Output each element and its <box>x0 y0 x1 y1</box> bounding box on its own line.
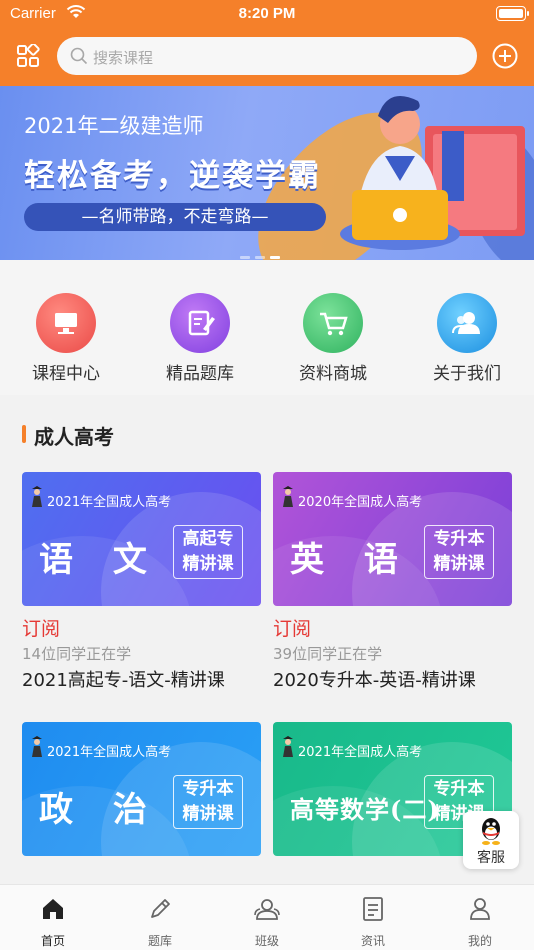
course-banner-subtitle: 2021年全国成人高考 <box>298 745 423 760</box>
status-bar: Carrier 8:20 PM <box>0 0 534 30</box>
tag-line: 精讲课 <box>182 804 234 824</box>
tab-label: 班级 <box>254 934 279 948</box>
quick-item-question-bank[interactable]: 精品题库 <box>140 293 260 384</box>
carousel-dot[interactable] <box>240 256 250 259</box>
search-icon <box>70 47 88 65</box>
tag-line: 高起专 <box>182 529 234 549</box>
news-icon <box>363 897 383 921</box>
edit-icon <box>170 293 230 353</box>
quick-item-material-store[interactable]: 资料商城 <box>273 293 393 384</box>
battery-icon <box>496 6 529 21</box>
profile-icon <box>470 898 490 920</box>
add-circle-icon[interactable] <box>492 43 518 69</box>
quick-item-about-us[interactable]: 关于我们 <box>407 293 527 384</box>
course-type-tag: 高起专 精讲课 <box>173 525 243 579</box>
course-banner-subtitle: 2021年全国成人高考 <box>47 745 172 760</box>
section-title: 成人高考 <box>34 425 114 449</box>
tab-label: 首页 <box>40 934 65 948</box>
course-card[interactable]: 2021年全国成人高考 政 治 专升本精讲课 <box>22 722 261 856</box>
quick-item-course-center[interactable]: 课程中心 <box>6 293 126 384</box>
tab-profile[interactable]: 我的 <box>435 895 525 949</box>
app-screen: Carrier 8:20 PM 搜索课程 2021年二级建造师 轻松备考，逆袭学… <box>0 0 534 950</box>
course-type-tag: 专升本 精讲课 <box>173 775 243 829</box>
course-subject: 政 治 <box>39 790 161 830</box>
carousel-indicator[interactable] <box>240 244 285 260</box>
tag-line: 专升本 <box>433 779 485 799</box>
customer-service-label: 客服 <box>477 850 505 866</box>
monitor-icon <box>36 293 96 353</box>
qq-penguin-icon <box>482 818 500 845</box>
course-title[interactable]: 2021高起专-语文-精讲课 <box>22 666 261 692</box>
category-grid-icon[interactable] <box>16 44 40 68</box>
search-placeholder: 搜索课程 <box>93 49 154 67</box>
carousel-dot-active[interactable] <box>270 256 280 259</box>
learner-count: 14位同学正在学 <box>22 645 132 663</box>
subscribe-button[interactable]: 订阅 <box>273 614 512 641</box>
subscribe-button[interactable]: 订阅 <box>22 614 261 641</box>
course-card[interactable]: 2021年全国成人高考 语 文 高起专精讲课 订阅 14位同学正在学 2021高… <box>22 472 261 692</box>
customer-service-button[interactable]: 客服 <box>463 811 519 869</box>
course-subject: 英 语 <box>290 540 412 580</box>
mascot-icon <box>283 486 293 507</box>
home-icon <box>43 899 63 919</box>
tag-line: 专升本 <box>433 529 485 549</box>
quick-item-label: 资料商城 <box>299 364 367 384</box>
tag-line: 精讲课 <box>182 554 234 574</box>
course-title[interactable]: 2020专升本-英语-精讲课 <box>273 666 512 692</box>
quick-item-label: 精品题库 <box>166 364 234 384</box>
search-input[interactable]: 搜索课程 <box>57 37 477 75</box>
banner-headline: 轻松备考，逆袭学霸 <box>24 158 321 194</box>
promo-banner[interactable]: 2021年二级建造师 轻松备考，逆袭学霸 —名师带路，不走弯路— <box>0 86 534 260</box>
quick-item-label: 关于我们 <box>433 364 501 384</box>
clock: 8:20 PM <box>238 5 296 22</box>
learner-count: 39位同学正在学 <box>273 645 383 663</box>
class-icon <box>254 899 280 920</box>
course-subject: 高等数学(二) <box>290 795 440 824</box>
course-subject: 语 文 <box>39 540 161 580</box>
tab-label: 资讯 <box>360 934 385 948</box>
tag-line: 精讲课 <box>433 554 485 574</box>
users-icon <box>437 293 497 353</box>
mascot-icon <box>32 486 42 507</box>
student-illustration <box>340 96 525 250</box>
course-banner-subtitle: 2020年全国成人高考 <box>298 495 423 510</box>
quick-menu: 课程中心 精品题库 资料商城 关于我们 <box>0 260 534 395</box>
course-thumbnail[interactable]: 2020年全国成人高考 英 语 专升本精讲课 <box>273 472 512 606</box>
course-banner-subtitle: 2021年全国成人高考 <box>47 495 172 510</box>
banner-tagline: —名师带路，不走弯路— <box>24 203 326 231</box>
quick-item-label: 课程中心 <box>32 364 100 384</box>
cart-icon <box>303 293 363 353</box>
tab-question-bank[interactable]: 题库 <box>115 895 205 949</box>
mascot-icon <box>283 736 293 757</box>
tab-news[interactable]: 资讯 <box>328 895 418 949</box>
section-accent-bar <box>22 425 26 443</box>
course-thumbnail[interactable]: 2021年全国成人高考 政 治 专升本精讲课 <box>22 722 261 856</box>
course-type-tag: 专升本 精讲课 <box>424 525 494 579</box>
top-bar: Carrier 8:20 PM 搜索课程 <box>0 0 534 86</box>
tab-label: 我的 <box>467 934 492 948</box>
mascot-icon <box>32 736 42 757</box>
pencil-icon <box>151 899 170 918</box>
tag-line: 专升本 <box>182 779 234 799</box>
carousel-dot[interactable] <box>255 256 265 259</box>
banner-title: 2021年二级建造师 <box>24 114 204 138</box>
tab-class[interactable]: 班级 <box>222 895 312 949</box>
course-thumbnail[interactable]: 2021年全国成人高考 语 文 高起专精讲课 <box>22 472 261 606</box>
tab-label: 题库 <box>147 934 172 948</box>
tab-bar: 首页 题库 班级 资讯 我的 <box>0 884 534 950</box>
course-card[interactable]: 2020年全国成人高考 英 语 专升本精讲课 订阅 39位同学正在学 2020专… <box>273 472 512 692</box>
tab-home[interactable]: 首页 <box>8 895 98 949</box>
